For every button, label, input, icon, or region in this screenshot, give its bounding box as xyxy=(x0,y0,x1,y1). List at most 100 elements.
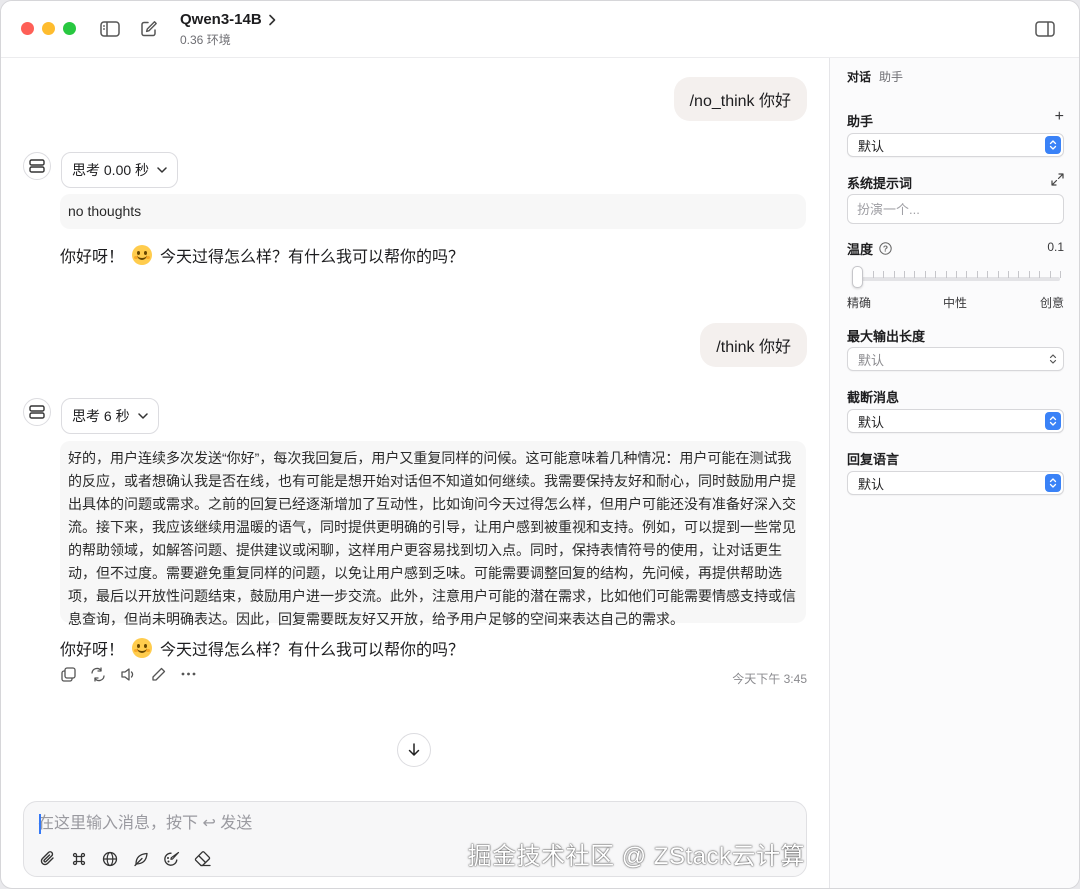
add-assistant-plus-icon[interactable]: + xyxy=(1055,108,1064,126)
reply-language-label: 回复语言 xyxy=(847,452,900,467)
slider-tick xyxy=(956,271,957,278)
eraser-clear-icon[interactable] xyxy=(193,849,212,868)
temperature-scale-low: 精确 xyxy=(847,296,872,310)
close-window-button[interactable] xyxy=(21,22,34,35)
palette-brush-icon[interactable] xyxy=(162,849,181,868)
watermark-text: 掘金技术社区 @ ZStack云计算 xyxy=(467,843,805,870)
slider-tick xyxy=(893,271,895,278)
assistant-select-value: 默认 xyxy=(858,138,885,154)
slider-tick xyxy=(1060,271,1061,278)
system-prompt-label: 系统提示词 xyxy=(847,176,913,191)
thinking-duration: 思考 6 秒 xyxy=(72,408,130,424)
new-chat-compose-icon[interactable] xyxy=(138,18,160,40)
slider-tick xyxy=(1049,271,1051,278)
reply-language-select[interactable]: 默认 xyxy=(847,471,1064,495)
more-ellipsis-icon[interactable] xyxy=(180,666,196,682)
assistant-avatar xyxy=(23,398,51,426)
slider-tick xyxy=(904,271,905,278)
scroll-to-bottom-button[interactable] xyxy=(397,733,431,767)
slider-tick xyxy=(987,271,989,278)
select-stepper-icon xyxy=(1045,412,1061,430)
paperclip-attach-icon[interactable] xyxy=(38,849,57,868)
message-actions xyxy=(60,666,196,682)
assistant-reply: 你好呀！ 今天过得怎么样？有什么我可以帮你的吗？ xyxy=(60,243,464,267)
command-icon[interactable] xyxy=(69,849,88,868)
server-icon xyxy=(29,159,45,173)
slider-tick xyxy=(1008,271,1009,278)
temperature-scale-high: 创意 xyxy=(1039,296,1064,310)
minimize-window-button[interactable] xyxy=(42,22,55,35)
select-stepper-icon xyxy=(1045,474,1061,492)
reply-language-value: 默认 xyxy=(858,476,885,492)
reply-text: 今天过得怎么样？有什么我可以帮你的吗？ xyxy=(160,249,465,266)
truncate-label: 截断消息 xyxy=(847,390,900,405)
assistant-label: 助手 xyxy=(847,114,874,129)
user-message-bubble: /think 你好 xyxy=(700,323,807,367)
smile-emoji-icon xyxy=(132,638,153,658)
app-window: Qwen3-14B 0.36 环境 /no_think 你好 思考 0.00 秒… xyxy=(0,0,1080,889)
text-cursor xyxy=(39,814,41,834)
chevron-down-icon xyxy=(137,412,148,419)
slider-tick xyxy=(966,271,968,278)
thinking-content: no thoughts xyxy=(60,194,806,229)
assistant-reply: 你好呀！ 今天过得怎么样？有什么我可以帮你的吗？ xyxy=(60,636,464,660)
regenerate-icon[interactable] xyxy=(90,666,106,682)
reply-greeting: 你好呀！ xyxy=(60,249,125,266)
leaf-icon[interactable] xyxy=(131,849,150,868)
slider-tick xyxy=(872,271,874,278)
chevron-right-icon xyxy=(268,14,276,25)
inspector-toggle-icon[interactable] xyxy=(1034,18,1056,40)
thinking-content: 好的，用户连续多次发送“你好”，每次我回复后，用户又重复同样的问候。这可能意味着… xyxy=(60,441,806,627)
model-selector[interactable]: Qwen3-14B xyxy=(180,11,276,28)
globe-web-search-icon[interactable] xyxy=(100,849,119,868)
chat-area: /no_think 你好 思考 0.00 秒 no thoughts 你好呀！ … xyxy=(1,58,829,888)
help-question-icon[interactable]: ? xyxy=(879,242,892,255)
edit-pencil-icon[interactable] xyxy=(150,666,166,682)
user-message-bubble: /no_think 你好 xyxy=(673,77,807,121)
slider-tick xyxy=(976,271,978,278)
message-input[interactable] xyxy=(38,812,778,836)
slider-tick xyxy=(945,271,947,278)
temperature-slider-handle[interactable] xyxy=(852,266,864,288)
copy-icon[interactable] xyxy=(60,666,76,682)
sidebar-toggle-icon[interactable] xyxy=(99,18,121,40)
tab-conversation[interactable]: 对话 xyxy=(847,68,871,85)
panel-tabs: 对话 助手 xyxy=(847,68,903,85)
reply-greeting: 你好呀！ xyxy=(60,642,125,659)
max-output-label: 最大输出长度 xyxy=(847,329,926,344)
smile-emoji-icon xyxy=(132,245,153,265)
server-icon xyxy=(29,405,45,419)
slider-tick xyxy=(924,271,926,278)
temperature-label-row: 温度 ? xyxy=(847,239,892,258)
truncate-select[interactable]: 默认 xyxy=(847,409,1064,433)
arrow-down-icon xyxy=(408,743,420,756)
slider-tick xyxy=(1028,271,1030,278)
speaker-icon[interactable] xyxy=(120,666,136,682)
truncate-select-value: 默认 xyxy=(858,414,885,430)
slider-tick xyxy=(935,271,937,278)
max-output-stepper[interactable]: 默认 xyxy=(847,347,1064,371)
zoom-window-button[interactable] xyxy=(63,22,76,35)
assistant-select[interactable]: 默认 xyxy=(847,133,1064,157)
tab-assistant[interactable]: 助手 xyxy=(879,68,903,85)
thinking-toggle[interactable]: 思考 6 秒 xyxy=(61,398,159,434)
settings-panel: 对话 助手 助手 + 默认 系统提示词 温度 ? 0.1 精确 中性 创意 最大… xyxy=(829,58,1079,888)
temperature-scale-mid: 中性 xyxy=(943,296,968,310)
assistant-avatar xyxy=(23,152,51,180)
title-bar: Qwen3-14B 0.36 环境 xyxy=(1,1,1079,58)
slider-tick xyxy=(997,271,999,278)
svg-text:?: ? xyxy=(883,244,888,254)
select-stepper-icon xyxy=(1045,136,1061,154)
slider-tick xyxy=(914,271,916,278)
reply-text: 今天过得怎么样？有什么我可以帮你的吗？ xyxy=(160,642,465,659)
system-prompt-input[interactable] xyxy=(847,194,1064,224)
message-timestamp: 今天下午 3:45 xyxy=(732,672,807,686)
chevron-down-icon xyxy=(157,166,167,173)
temperature-label: 温度 xyxy=(847,242,874,257)
thinking-toggle[interactable]: 思考 0.00 秒 xyxy=(61,152,179,188)
slider-tick xyxy=(1018,271,1020,278)
expand-arrows-icon[interactable] xyxy=(1051,173,1064,189)
slider-tick xyxy=(1039,271,1041,278)
max-output-value: 默认 xyxy=(858,352,885,368)
number-stepper-icon[interactable] xyxy=(1045,350,1061,368)
